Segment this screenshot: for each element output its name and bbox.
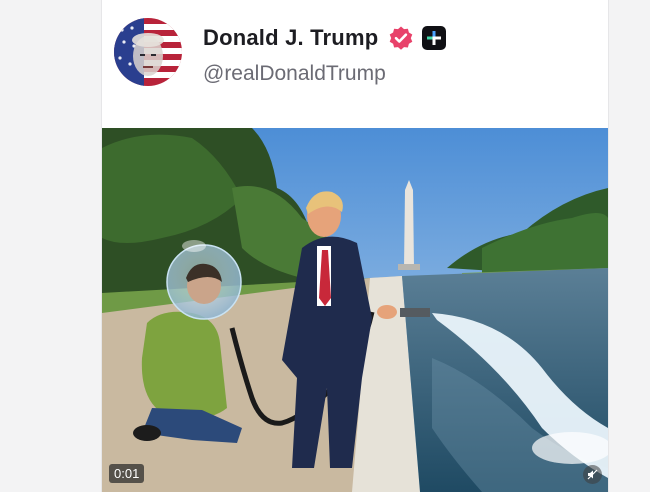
- mute-button[interactable]: [583, 465, 602, 484]
- video-frame: [102, 128, 608, 492]
- verified-check-icon: [388, 25, 414, 51]
- video-player[interactable]: 0:01: [102, 128, 608, 492]
- avatar-flag-portrait-icon: [114, 18, 182, 86]
- display-name[interactable]: Donald J. Trump: [203, 25, 378, 51]
- avatar[interactable]: [114, 18, 182, 86]
- user-handle[interactable]: @realDonaldTrump: [203, 62, 386, 86]
- video-timestamp: 0:01: [109, 464, 145, 483]
- plus-badge-icon: [422, 26, 446, 50]
- muted-speaker-icon: [587, 469, 598, 480]
- post-card: Donald J. Trump @realDonaldTrump 0:01: [101, 0, 609, 492]
